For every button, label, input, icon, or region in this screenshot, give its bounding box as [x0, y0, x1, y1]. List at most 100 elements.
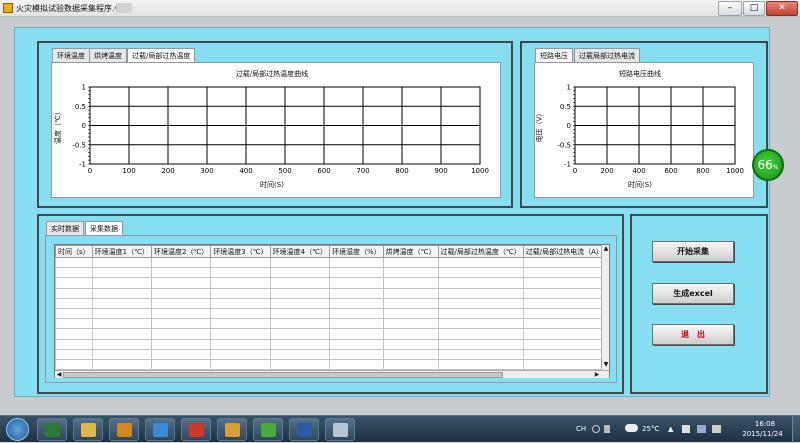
table-cell[interactable] — [328, 328, 384, 340]
tab-baking-temperature[interactable]: 烘烤温度 — [89, 48, 127, 62]
table-cell[interactable] — [522, 267, 606, 279]
table-cell[interactable] — [150, 256, 212, 269]
column-header[interactable]: 过载/局部过热电流（A） — [522, 245, 606, 258]
scroll-left-arrow-icon[interactable]: ◀ — [55, 371, 63, 379]
table-cell[interactable] — [522, 338, 606, 350]
table-cell[interactable] — [328, 256, 384, 269]
generate-excel-button[interactable]: 生成excel — [652, 283, 734, 304]
table-cell[interactable] — [210, 307, 271, 320]
table-cell[interactable] — [150, 277, 212, 289]
table-cell[interactable] — [55, 287, 93, 299]
table-cell[interactable] — [522, 358, 606, 371]
table-cell[interactable] — [437, 297, 524, 309]
scroll-thumb[interactable] — [63, 372, 503, 378]
column-header[interactable]: 过载/局部过热温度（℃） — [437, 245, 524, 258]
table-cell[interactable] — [269, 318, 330, 330]
video-player-taskbar-button[interactable] — [109, 418, 139, 441]
table-cell[interactable] — [269, 338, 330, 350]
table-cell[interactable] — [522, 256, 606, 269]
table-cell[interactable] — [55, 277, 93, 289]
green-app-taskbar-button[interactable] — [253, 418, 283, 441]
table-cell[interactable] — [91, 318, 152, 330]
table-cell[interactable] — [382, 277, 439, 289]
close-button[interactable]: ✕ — [766, 1, 798, 16]
table-cell[interactable] — [210, 297, 271, 309]
word-taskbar-button[interactable] — [289, 418, 319, 441]
start-collection-button[interactable]: 开始采集 — [652, 241, 734, 262]
table-cell[interactable] — [522, 287, 606, 299]
table-cell[interactable] — [210, 267, 271, 279]
table-cell[interactable] — [328, 267, 384, 279]
table-cell[interactable] — [91, 328, 152, 340]
file-explorer-taskbar-button[interactable] — [73, 418, 103, 441]
table-row[interactable] — [55, 267, 606, 279]
table-cell[interactable] — [91, 287, 152, 299]
language-indicator[interactable]: CH — [576, 425, 586, 433]
table-cell[interactable] — [210, 256, 271, 269]
minimize-button[interactable]: – — [718, 1, 742, 16]
table-cell[interactable] — [150, 307, 212, 320]
paint-app-taskbar-button[interactable] — [217, 418, 247, 441]
table-cell[interactable] — [210, 338, 271, 350]
table-cell[interactable] — [269, 348, 330, 360]
table-cell[interactable] — [522, 348, 606, 360]
table-cell[interactable] — [328, 297, 384, 309]
table-cell[interactable] — [91, 256, 152, 269]
table-cell[interactable] — [269, 307, 330, 320]
table-cell[interactable] — [269, 328, 330, 340]
table-cell[interactable] — [382, 328, 439, 340]
table-cell[interactable] — [91, 338, 152, 350]
table-cell[interactable] — [328, 287, 384, 299]
table-row[interactable] — [55, 307, 606, 320]
table-cell[interactable] — [328, 318, 384, 330]
table-cell[interactable] — [210, 328, 271, 340]
clock-time[interactable]: 16:08 — [745, 420, 785, 428]
start-orb-icon[interactable] — [6, 418, 29, 441]
table-cell[interactable] — [522, 307, 606, 320]
table-cell[interactable] — [437, 348, 524, 360]
table-cell[interactable] — [269, 256, 330, 269]
table-cell[interactable] — [522, 318, 606, 330]
table-cell[interactable] — [437, 358, 524, 371]
table-cell[interactable] — [55, 307, 93, 320]
tab-realtime-data[interactable]: 实时数据 — [46, 221, 84, 235]
weather-temperature[interactable]: 25°C — [642, 425, 659, 433]
horizontal-scrollbar[interactable]: ◀ ▶ — [55, 370, 609, 378]
table-cell[interactable] — [328, 338, 384, 350]
table-cell[interactable] — [150, 338, 212, 350]
table-cell[interactable] — [150, 358, 212, 371]
table-cell[interactable] — [437, 328, 524, 340]
table-cell[interactable] — [55, 318, 93, 330]
exit-button[interactable]: 退 出 — [652, 324, 734, 345]
table-row[interactable] — [55, 358, 606, 371]
table-cell[interactable] — [55, 338, 93, 350]
table-row[interactable] — [55, 287, 606, 299]
table-cell[interactable] — [328, 358, 384, 371]
weather-cloud-icon[interactable] — [625, 424, 638, 432]
office-app-taskbar-button[interactable] — [181, 418, 211, 441]
table-cell[interactable] — [269, 297, 330, 309]
table-cell[interactable] — [55, 348, 93, 360]
table-cell[interactable] — [382, 358, 439, 371]
table-cell[interactable] — [522, 277, 606, 289]
table-row[interactable] — [55, 297, 606, 309]
column-header[interactable]: 烘烤温度（℃） — [382, 245, 439, 258]
column-header[interactable]: 环境温度2（℃） — [150, 245, 212, 258]
table-cell[interactable] — [210, 358, 271, 371]
table-row[interactable] — [55, 348, 606, 360]
table-cell[interactable] — [55, 358, 93, 371]
table-cell[interactable] — [91, 307, 152, 320]
table-cell[interactable] — [91, 267, 152, 279]
table-cell[interactable] — [382, 297, 439, 309]
column-header[interactable]: 环境温度1（℃） — [91, 245, 152, 258]
tray-overflow-icon[interactable]: ▲ — [668, 425, 673, 433]
column-header[interactable]: 环境温度3（℃） — [210, 245, 271, 258]
column-header[interactable]: 环境温度4（℃） — [269, 245, 330, 258]
vertical-scrollbar[interactable]: ▲ ▼ — [601, 245, 609, 370]
help-icon[interactable] — [592, 425, 600, 433]
table-row[interactable] — [55, 328, 606, 340]
table-cell[interactable] — [55, 328, 93, 340]
clock-date[interactable]: 2015/11/24 — [735, 430, 790, 438]
table-cell[interactable] — [150, 318, 212, 330]
table-cell[interactable] — [210, 318, 271, 330]
